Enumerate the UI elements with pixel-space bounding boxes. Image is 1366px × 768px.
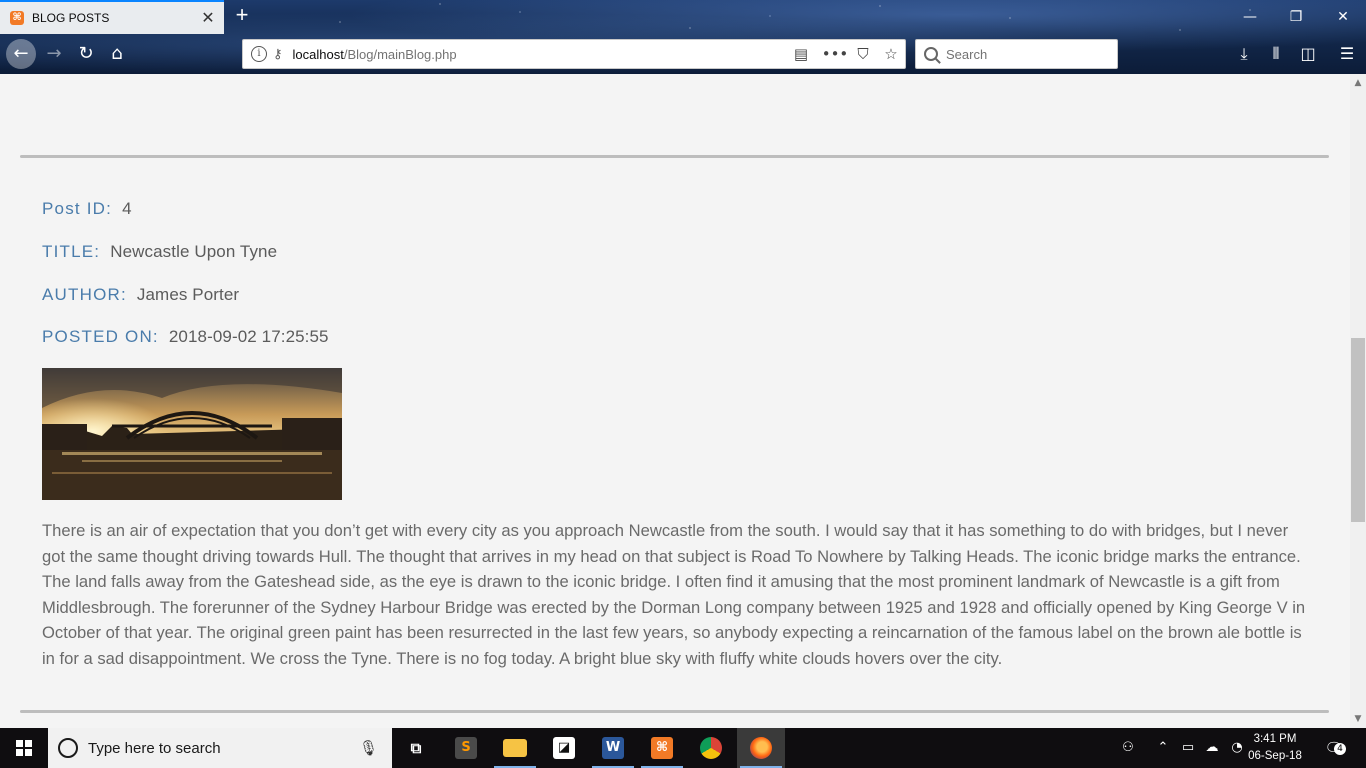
browser-tab[interactable]: ⌘ BLOG POSTS ✕ bbox=[0, 0, 224, 34]
pocket-icon[interactable]: ⛉ bbox=[849, 45, 877, 63]
post-id-row: Post ID: 4 bbox=[42, 199, 132, 219]
minimize-icon[interactable]: — bbox=[1227, 4, 1273, 30]
url-path: /Blog/mainBlog.php bbox=[343, 46, 457, 62]
post-body: There is an air of expectation that you … bbox=[42, 521, 1306, 668]
task-view-button[interactable]: ⧉ bbox=[392, 728, 440, 768]
battery-icon[interactable]: ▭ bbox=[1177, 728, 1199, 768]
search-bar[interactable]: Search bbox=[915, 39, 1118, 69]
posted-on-value: 2018-09-02 17:25:55 bbox=[168, 327, 329, 346]
firefox-icon bbox=[750, 737, 772, 759]
xampp-icon: ⌘ bbox=[651, 737, 673, 759]
post-id-label: Post ID: bbox=[42, 199, 113, 218]
word-button[interactable]: W bbox=[589, 728, 637, 768]
window-close-icon[interactable]: ✕ bbox=[1320, 4, 1366, 30]
search-placeholder: Search bbox=[946, 46, 988, 62]
sticky-notes-button[interactable]: ◪ bbox=[540, 728, 588, 768]
new-tab-icon[interactable]: + bbox=[230, 4, 254, 28]
file-explorer-button[interactable] bbox=[491, 728, 539, 768]
onedrive-cloud-icon[interactable]: ☁ bbox=[1201, 728, 1223, 768]
divider-top bbox=[20, 155, 1329, 158]
title-row: TITLE: Newcastle Upon Tyne bbox=[42, 242, 277, 262]
sticky-notes-icon: ◪ bbox=[553, 737, 575, 759]
back-arrow-icon[interactable]: ← bbox=[6, 39, 36, 69]
scroll-thumb[interactable] bbox=[1351, 338, 1365, 522]
sublime-text-icon: S bbox=[455, 737, 477, 759]
taskbar-search-box[interactable]: Type here to search 🎙 bbox=[48, 728, 392, 768]
author-label: AUTHOR: bbox=[42, 285, 127, 304]
tab-close-icon[interactable]: ✕ bbox=[196, 8, 220, 28]
browser-chrome: ⌘ BLOG POSTS ✕ + — ❐ ✕ ← → ↻ ⌂ i ⚷ local… bbox=[0, 0, 1366, 74]
clock-date: 06-Sep-18 bbox=[1248, 750, 1302, 762]
tyne-bridge-photo bbox=[42, 368, 342, 500]
chrome-icon bbox=[700, 737, 722, 759]
wifi-icon[interactable]: ◔ bbox=[1226, 728, 1248, 768]
post-image bbox=[42, 368, 342, 500]
reload-icon[interactable]: ↻ bbox=[72, 40, 100, 68]
forward-arrow-icon[interactable]: → bbox=[40, 40, 68, 68]
xampp-button[interactable]: ⌘ bbox=[638, 728, 686, 768]
page-scrollbar[interactable]: ▲ ▼ bbox=[1350, 74, 1366, 728]
xampp-favicon-icon: ⌘ bbox=[10, 11, 24, 25]
home-icon[interactable]: ⌂ bbox=[103, 40, 131, 68]
taskbar-search-placeholder: Type here to search bbox=[88, 739, 221, 757]
page-content: Post ID: 4 TITLE: Newcastle Upon Tyne AUTH… bbox=[0, 74, 1350, 728]
cortana-icon bbox=[58, 738, 78, 758]
action-center-icon[interactable]: 🗨4 bbox=[1320, 728, 1348, 768]
start-button[interactable] bbox=[0, 728, 48, 768]
sublime-text-button[interactable]: S bbox=[442, 728, 490, 768]
author-value: James Porter bbox=[136, 285, 240, 304]
windows-taskbar: Type here to search 🎙 ⧉ S ◪ W ⌘ ⚇ ⌃ ▭ ☁ … bbox=[0, 728, 1366, 768]
show-hidden-icons-chevron-icon[interactable]: ⌃ bbox=[1152, 728, 1174, 768]
search-icon bbox=[924, 47, 938, 61]
reader-view-icon[interactable]: ▤ bbox=[787, 45, 815, 63]
downloads-icon[interactable]: ⤓ bbox=[1230, 40, 1258, 68]
scroll-up-arrow-icon[interactable]: ▲ bbox=[1350, 74, 1366, 90]
chrome-button[interactable] bbox=[687, 728, 735, 768]
folder-icon bbox=[503, 739, 527, 757]
key-icon[interactable]: ⚷ bbox=[273, 46, 283, 62]
firefox-button[interactable] bbox=[737, 728, 785, 768]
url-host: localhost bbox=[292, 46, 344, 62]
menu-icon[interactable]: ☰ bbox=[1333, 40, 1361, 68]
posted-on-label: POSTED ON: bbox=[42, 327, 159, 346]
library-icon[interactable]: ⫴ bbox=[1262, 40, 1290, 68]
tab-title: BLOG POSTS bbox=[32, 11, 110, 25]
url-text[interactable]: localhost/Blog/mainBlog.php bbox=[293, 47, 787, 62]
microphone-icon[interactable]: 🎙 bbox=[359, 739, 378, 757]
site-info-icon[interactable]: i bbox=[251, 46, 267, 62]
title-value: Newcastle Upon Tyne bbox=[110, 242, 278, 261]
notification-count: 4 bbox=[1334, 743, 1346, 755]
url-bar[interactable]: i ⚷ localhost/Blog/mainBlog.php ▤ ••• ⛉ … bbox=[242, 39, 906, 69]
title-label: TITLE: bbox=[42, 242, 101, 261]
restore-icon[interactable]: ❐ bbox=[1273, 4, 1319, 30]
clock-time: 3:41 PM bbox=[1253, 733, 1297, 745]
scroll-down-arrow-icon[interactable]: ▼ bbox=[1350, 712, 1366, 728]
page-actions-icon[interactable]: ••• bbox=[821, 45, 849, 63]
people-icon[interactable]: ⚇ bbox=[1116, 728, 1140, 768]
posted-on-row: POSTED ON: 2018-09-02 17:25:55 bbox=[42, 327, 329, 347]
author-row: AUTHOR: James Porter bbox=[42, 285, 239, 305]
divider-bottom bbox=[20, 710, 1329, 713]
windows-logo-icon bbox=[16, 740, 32, 756]
sidebar-icon[interactable]: ◫ bbox=[1294, 40, 1322, 68]
post-id-value: 4 bbox=[122, 199, 132, 218]
word-icon: W bbox=[602, 737, 624, 759]
bookmark-star-icon[interactable]: ☆ bbox=[877, 45, 905, 63]
system-clock[interactable]: 3:41 PM 06-Sep-18 bbox=[1248, 731, 1302, 765]
task-view-icon: ⧉ bbox=[410, 739, 422, 757]
